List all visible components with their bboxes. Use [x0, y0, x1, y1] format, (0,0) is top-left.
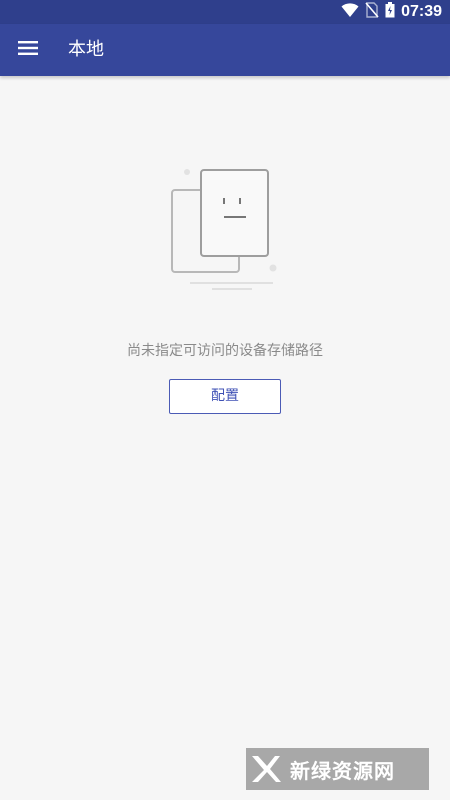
empty-state-message: 尚未指定可访问的设备存储路径	[127, 343, 323, 359]
battery-icon	[385, 2, 395, 22]
watermark-text: 新绿资源网	[290, 758, 395, 783]
empty-documents-icon	[160, 160, 290, 295]
menu-button[interactable]	[10, 32, 46, 68]
watermark-logo-icon	[246, 748, 286, 790]
status-time: 07:39	[401, 3, 442, 20]
no-sim-icon	[365, 2, 379, 22]
menu-icon	[18, 40, 38, 60]
configure-button[interactable]: 配置	[169, 379, 281, 414]
page-title: 本地	[68, 39, 104, 60]
app-bar: 本地	[0, 24, 450, 76]
wifi-icon	[341, 2, 359, 22]
status-icons: 07:39	[341, 2, 442, 22]
watermark: 新绿资源网	[246, 748, 429, 790]
status-bar: 07:39	[0, 0, 450, 24]
app-screen: 07:39 本地 尚未指定可访问的设备存储路径 配置 新绿资源网	[0, 0, 450, 800]
